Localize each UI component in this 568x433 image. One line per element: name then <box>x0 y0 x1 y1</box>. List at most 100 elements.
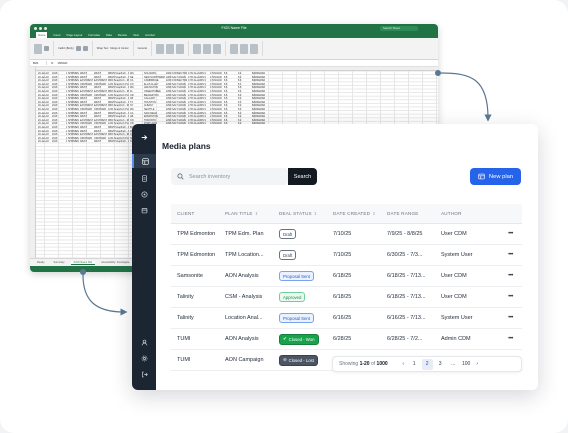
sidebar <box>132 124 156 390</box>
cell-styles-icon[interactable] <box>175 43 184 54</box>
ribbon-tab-formulas[interactable]: Formulas <box>88 33 100 37</box>
spreadsheet-search[interactable]: Search Sheet <box>380 25 418 31</box>
bold-icon[interactable] <box>75 46 81 51</box>
user-profile-icon[interactable] <box>132 335 156 349</box>
collapse-sidebar-icon[interactable] <box>132 130 156 144</box>
sort-filter-icon[interactable] <box>229 43 238 54</box>
table-body: TPM Edmonton TPM Edm. Plan Draft 7/10/25 7/9… <box>171 224 522 371</box>
ribbon-tab-view[interactable]: View <box>133 33 139 37</box>
table-row[interactable]: TPM Edmonton TPM Edm. Plan Draft 7/10/25 7/9… <box>171 224 522 245</box>
insert-cells-icon[interactable] <box>192 43 201 54</box>
sort-icon[interactable]: ⇕ <box>314 211 318 216</box>
minus-circle-icon: ⊖ <box>283 357 287 362</box>
ribbon-tab-acrobat[interactable]: Acrobat <box>145 33 155 37</box>
more-options-icon[interactable]: ••• <box>508 336 513 342</box>
spreadsheet-cell[interactable]: 2018 <box>51 140 65 144</box>
status-badge: Draft <box>279 229 297 239</box>
more-options-icon[interactable]: ••• <box>508 252 513 258</box>
sheet-tab-active[interactable]: FIGS Name File <box>70 260 96 265</box>
deal-status-cell: Draft <box>279 229 333 239</box>
client-cell: TUMI <box>177 357 191 363</box>
plan-title-cell[interactable]: CSM - Analysis <box>225 294 279 300</box>
search-field[interactable] <box>171 168 288 185</box>
spreadsheet-cell[interactable]: 98025 Snapfinch - 98023 <box>107 140 129 144</box>
next-page-icon[interactable]: › <box>472 359 483 370</box>
column-header-deal-status[interactable]: DEAL STATUS ⇕ <box>279 211 333 216</box>
ribbon-tab-page-layout[interactable]: Page Layout <box>66 33 82 37</box>
status-badge-label: Draft <box>283 252 293 258</box>
ribbon-tab-data[interactable]: Data <box>106 33 112 37</box>
create-pdf-icon[interactable] <box>249 43 258 54</box>
font-name-select[interactable]: Calibri (Body) <box>58 47 74 50</box>
plan-title-cell[interactable]: AON Analysis <box>225 336 279 342</box>
page-number-button[interactable]: 100 <box>461 359 472 370</box>
spreadsheet-cell[interactable]: 20-Jan-18 <box>37 140 51 144</box>
delete-cells-icon[interactable] <box>202 43 211 54</box>
page-number-button[interactable]: 3 <box>435 359 446 370</box>
page-number-button[interactable]: 1 <box>409 359 420 370</box>
ribbon-tab-insert[interactable]: Insert <box>53 33 60 37</box>
accessibility-status[interactable]: Accessibility: Investigate <box>98 261 132 264</box>
ribbon-tab-review[interactable]: Review <box>118 33 127 37</box>
plan-title-cell[interactable]: AON Analysis <box>225 273 279 279</box>
search-button[interactable]: Search <box>288 168 317 185</box>
italic-icon[interactable] <box>82 46 88 51</box>
table-row[interactable]: TUMI AON Analysis ✔ Closed - Won 6/28/25 6/28… <box>171 329 522 350</box>
format-as-table-icon[interactable] <box>165 43 174 54</box>
conditional-formatting-icon[interactable] <box>155 43 164 54</box>
plan-title-cell[interactable]: TPM Edm. Plan <box>225 231 279 237</box>
column-header-date-created[interactable]: DATE CREATED ⇕ <box>333 211 387 216</box>
table-row[interactable]: TPM Edmonton TPM Location... Draft 7/10/25 6… <box>171 245 522 266</box>
table-row[interactable]: Samsonite AON Analysis Proposal Sent 6/18/2… <box>171 266 522 287</box>
plan-title-cell[interactable]: AON Campaign <box>225 357 279 363</box>
column-headers[interactable] <box>30 67 438 71</box>
wrap-text-button[interactable]: Wrap Text <box>97 47 109 50</box>
page-title: Media plans <box>162 141 211 151</box>
inventory-nav-icon[interactable] <box>132 203 156 217</box>
ribbon-tab-home[interactable]: Home <box>36 32 48 38</box>
more-options-icon[interactable]: ••• <box>508 294 513 300</box>
spreadsheet-cell[interactable]: 1 SHIPMENT <box>65 140 79 144</box>
spreadsheet-cell[interactable]: WEST <box>79 140 93 144</box>
formula-input[interactable]: 150020 <box>57 61 67 65</box>
plan-title-cell[interactable]: Location Anal... <box>225 315 279 321</box>
prev-page-icon[interactable]: ‹ <box>398 359 409 370</box>
row-actions-cell: ••• <box>499 294 522 300</box>
plan-title-cell[interactable]: TPM Location... <box>225 252 279 258</box>
number-format-select[interactable]: General <box>138 47 147 50</box>
sheet-tab-summary[interactable]: Summary <box>51 261 68 264</box>
pagination-ellipsis: ... <box>451 361 456 367</box>
deal-status-cell: Proposal Sent <box>279 271 333 281</box>
search-input[interactable] <box>189 173 279 180</box>
page-number-button[interactable]: 2 <box>421 358 433 370</box>
column-header-plan-title[interactable]: PLAN TITLE ⇕ <box>225 211 279 216</box>
target-nav-icon[interactable] <box>132 187 156 201</box>
client-cell: Samsonite <box>177 273 203 279</box>
paste-icon[interactable] <box>34 43 42 54</box>
row-actions-cell: ••• <box>499 336 522 342</box>
column-header-label: CLIENT <box>177 211 195 216</box>
settings-gear-icon[interactable] <box>132 351 156 365</box>
find-select-icon[interactable] <box>239 43 248 54</box>
column-header-label: PLAN TITLE <box>225 211 253 216</box>
row-actions-cell: ••• <box>499 315 522 321</box>
more-options-icon[interactable]: ••• <box>508 315 513 321</box>
more-options-icon[interactable]: ••• <box>508 273 513 279</box>
documents-nav-icon[interactable] <box>132 171 156 185</box>
media-plans-nav-icon[interactable] <box>132 154 156 168</box>
logout-icon[interactable] <box>132 367 156 381</box>
more-options-icon[interactable]: ••• <box>508 231 513 237</box>
table-row[interactable]: Talinity CSM - Analysis Approved 6/18/25 6/1… <box>171 287 522 308</box>
row-headers[interactable] <box>30 67 36 258</box>
cut-icon[interactable] <box>44 46 49 51</box>
media-plans-app: Media plans Search New plan CLIENT PLAN … <box>132 124 538 390</box>
name-box[interactable]: B26 <box>33 61 47 65</box>
new-plan-icon <box>478 173 485 180</box>
merge-center-button[interactable]: Merge & Center <box>110 47 128 50</box>
format-cells-icon[interactable] <box>212 43 221 54</box>
spreadsheet-cell[interactable]: WEST <box>93 140 107 144</box>
new-plan-button[interactable]: New plan <box>470 168 521 185</box>
table-row[interactable]: Talinity Location Anal... Proposal Sent 6/1… <box>171 308 522 329</box>
sort-icon[interactable]: ⇕ <box>255 211 259 216</box>
sort-icon[interactable]: ⇕ <box>372 211 376 216</box>
